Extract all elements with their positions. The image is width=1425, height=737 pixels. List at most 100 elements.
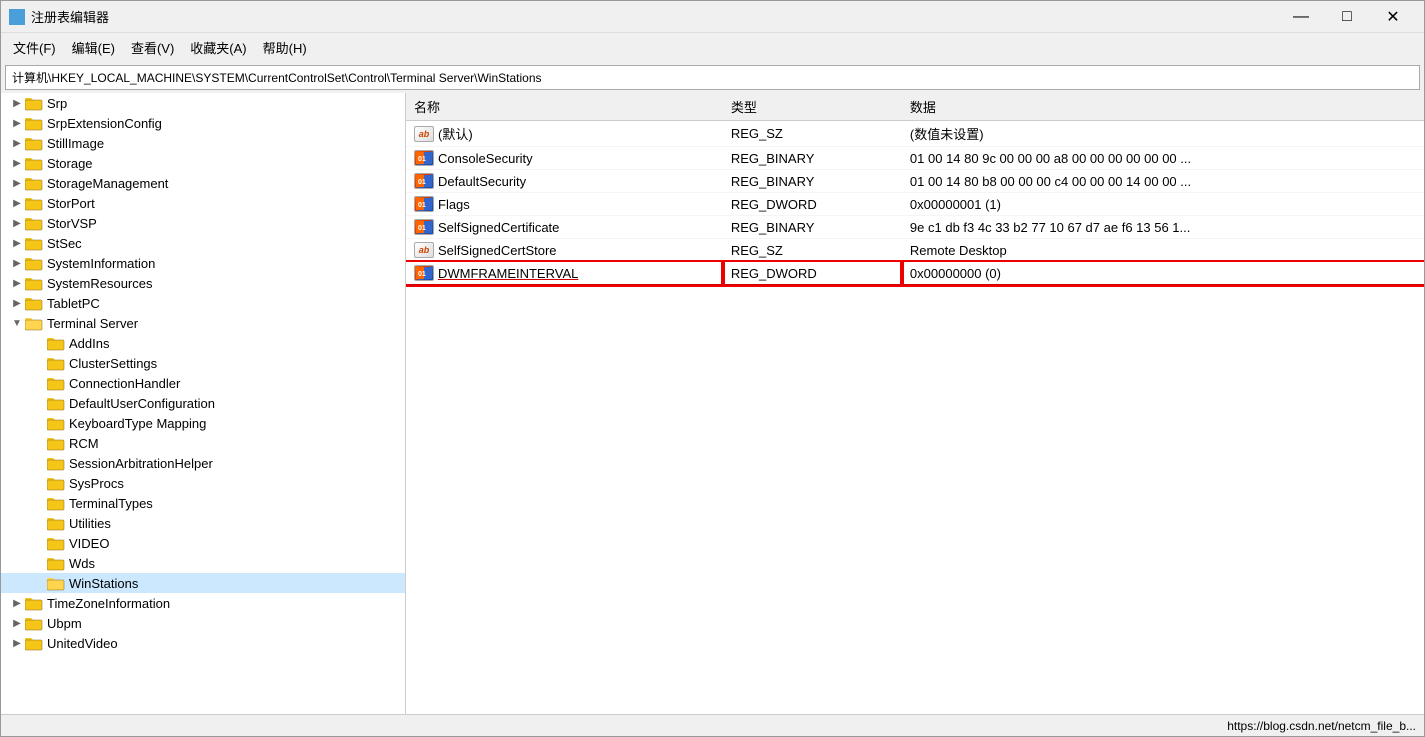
table-row[interactable]: 01DWMFRAMEINTERVALREG_DWORD0x00000000 (0… (406, 262, 1424, 286)
table-row[interactable]: 01ConsoleSecurityREG_BINARY01 00 14 80 9… (406, 147, 1424, 170)
menu-item-v[interactable]: 查看(V) (123, 35, 182, 60)
expand-arrow-terminalserver[interactable] (9, 315, 25, 331)
tree-item-systemresources[interactable]: SystemResources (1, 273, 405, 293)
tree-label-stillimage: StillImage (47, 136, 104, 151)
cell-type-0: REG_SZ (723, 121, 902, 147)
expand-arrow-rcm[interactable] (31, 435, 47, 451)
expand-arrow-storagemanagement[interactable] (9, 175, 25, 191)
expand-arrow-keyboardtypemapping[interactable] (31, 415, 47, 431)
tree-item-rcm[interactable]: RCM (1, 433, 405, 453)
tree-item-addins[interactable]: AddIns (1, 333, 405, 353)
menu-item-h[interactable]: 帮助(H) (255, 35, 315, 60)
tree-item-timezoneinformation[interactable]: TimeZoneInformation (1, 593, 405, 613)
status-bar: https://blog.csdn.net/netcm_file_b... (1, 714, 1424, 736)
expand-arrow-ubpm[interactable] (9, 615, 25, 631)
tree-item-connectionhandler[interactable]: ConnectionHandler (1, 373, 405, 393)
cell-data-1: 01 00 14 80 9c 00 00 00 a8 00 00 00 00 0… (902, 147, 1424, 170)
cell-name-4: 01SelfSignedCertificate (406, 216, 723, 239)
table-row[interactable]: abSelfSignedCertStoreREG_SZRemote Deskto… (406, 239, 1424, 262)
folder-icon-connectionhandler (47, 375, 65, 391)
minimize-button[interactable]: — (1278, 1, 1324, 33)
tree-item-wds[interactable]: Wds (1, 553, 405, 573)
expand-arrow-video[interactable] (31, 535, 47, 551)
svg-text:01: 01 (418, 202, 426, 209)
folder-icon-sessionarbitrationhelper (47, 455, 65, 471)
folder-icon-addins (47, 335, 65, 351)
expand-arrow-tabletpc[interactable] (9, 295, 25, 311)
tree-label-systeminformation: SystemInformation (47, 256, 155, 271)
tree-item-sessionarbitrationhelper[interactable]: SessionArbitrationHelper (1, 453, 405, 473)
expand-arrow-connectionhandler[interactable] (31, 375, 47, 391)
close-button[interactable]: ✕ (1370, 1, 1416, 33)
tree-label-winstations: WinStations (69, 576, 138, 591)
tree-item-sysprocs[interactable]: SysProcs (1, 473, 405, 493)
expand-arrow-defaultuserconfiguration[interactable] (31, 395, 47, 411)
tree-label-tabletpc: TabletPC (47, 296, 100, 311)
tree-item-utilities[interactable]: Utilities (1, 513, 405, 533)
expand-arrow-addins[interactable] (31, 335, 47, 351)
expand-arrow-terminaltypes[interactable] (31, 495, 47, 511)
expand-arrow-wds[interactable] (31, 555, 47, 571)
tree-item-srp[interactable]: Srp (1, 93, 405, 113)
expand-arrow-sessionarbitrationhelper[interactable] (31, 455, 47, 471)
expand-arrow-storvsp[interactable] (9, 215, 25, 231)
tree-label-storport: StorPort (47, 196, 95, 211)
tree-item-storage[interactable]: Storage (1, 153, 405, 173)
tree-item-video[interactable]: VIDEO (1, 533, 405, 553)
expand-arrow-storage[interactable] (9, 155, 25, 171)
expand-arrow-systeminformation[interactable] (9, 255, 25, 271)
folder-icon-keyboardtypemapping (47, 415, 65, 431)
folder-icon-terminalserver (25, 315, 43, 331)
table-row[interactable]: ab(默认)REG_SZ(数值未设置) (406, 121, 1424, 147)
table-row[interactable]: 01FlagsREG_DWORD0x00000001 (1) (406, 193, 1424, 216)
tree-item-terminalserver[interactable]: Terminal Server (1, 313, 405, 333)
tree-pane[interactable]: Srp SrpExtensionConfig StillImage Storag… (1, 93, 406, 714)
tree-item-storagemanagement[interactable]: StorageManagement (1, 173, 405, 193)
tree-label-utilities: Utilities (69, 516, 111, 531)
detail-pane[interactable]: 名称 类型 数据 ab(默认)REG_SZ(数值未设置)01ConsoleSec… (406, 93, 1424, 714)
tree-item-terminaltypes[interactable]: TerminalTypes (1, 493, 405, 513)
name-text-3: Flags (438, 197, 470, 212)
folder-icon-terminaltypes (47, 495, 65, 511)
tree-item-unitedvideo[interactable]: UnitedVideo (1, 633, 405, 653)
maximize-button[interactable]: □ (1324, 1, 1370, 33)
menu-item-e[interactable]: 编辑(E) (64, 35, 123, 60)
expand-arrow-stillimage[interactable] (9, 135, 25, 151)
tree-item-clustersettings[interactable]: ClusterSettings (1, 353, 405, 373)
cell-name-6: 01DWMFRAMEINTERVAL (406, 262, 723, 286)
expand-arrow-stsec[interactable] (9, 235, 25, 251)
tree-item-srpextensionconfig[interactable]: SrpExtensionConfig (1, 113, 405, 133)
menu-item-f[interactable]: 文件(F) (5, 35, 64, 60)
reg-icon-2: 01 (414, 173, 434, 189)
folder-icon-video (47, 535, 65, 551)
tree-item-storvsp[interactable]: StorVSP (1, 213, 405, 233)
expand-arrow-unitedvideo[interactable] (9, 635, 25, 651)
svg-text:01: 01 (418, 179, 426, 186)
tree-label-terminalserver: Terminal Server (47, 316, 138, 331)
expand-arrow-sysprocs[interactable] (31, 475, 47, 491)
tree-label-unitedvideo: UnitedVideo (47, 636, 118, 651)
menu-item-a[interactable]: 收藏夹(A) (182, 35, 254, 60)
tree-item-winstations[interactable]: WinStations (1, 573, 405, 593)
expand-arrow-clustersettings[interactable] (31, 355, 47, 371)
tree-item-keyboardtypemapping[interactable]: KeyboardType Mapping (1, 413, 405, 433)
table-row[interactable]: 01SelfSignedCertificateREG_BINARY9e c1 d… (406, 216, 1424, 239)
tree-item-defaultuserconfiguration[interactable]: DefaultUserConfiguration (1, 393, 405, 413)
tree-item-storport[interactable]: StorPort (1, 193, 405, 213)
table-row[interactable]: 01DefaultSecurityREG_BINARY01 00 14 80 b… (406, 170, 1424, 193)
tree-item-stillimage[interactable]: StillImage (1, 133, 405, 153)
expand-arrow-winstations[interactable] (31, 575, 47, 591)
expand-arrow-utilities[interactable] (31, 515, 47, 531)
tree-item-tabletpc[interactable]: TabletPC (1, 293, 405, 313)
expand-arrow-srpextensionconfig[interactable] (9, 115, 25, 131)
tree-item-systeminformation[interactable]: SystemInformation (1, 253, 405, 273)
window-controls: — □ ✕ (1278, 1, 1416, 33)
name-text-4: SelfSignedCertificate (438, 220, 559, 235)
tree-item-ubpm[interactable]: Ubpm (1, 613, 405, 633)
expand-arrow-srp[interactable] (9, 95, 25, 111)
folder-icon-stsec (25, 235, 43, 251)
expand-arrow-storport[interactable] (9, 195, 25, 211)
tree-item-stsec[interactable]: StSec (1, 233, 405, 253)
expand-arrow-systemresources[interactable] (9, 275, 25, 291)
expand-arrow-timezoneinformation[interactable] (9, 595, 25, 611)
